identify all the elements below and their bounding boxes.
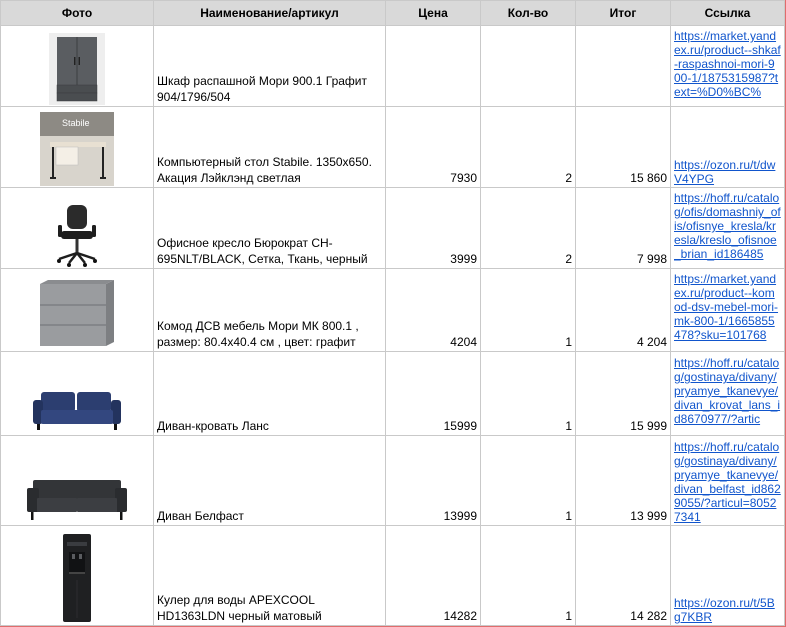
item-price[interactable]: 7930 — [385, 106, 481, 188]
item-qty[interactable]: 1 — [480, 351, 576, 436]
link-cell[interactable]: https://hoff.ru/catalog/ofis/domashniy_o… — [670, 187, 785, 269]
product-link[interactable]: https://hoff.ru/catalog/gostinaya/divany… — [674, 440, 781, 524]
photo-cell[interactable] — [0, 268, 154, 352]
water-cooler-image — [63, 534, 91, 622]
table-row: Диван Белфаст 13999 1 13 999 https://hof… — [0, 435, 785, 526]
item-qty[interactable]: 1 — [480, 435, 576, 526]
item-price[interactable]: 13999 — [385, 435, 481, 526]
item-price[interactable]: 4204 — [385, 268, 481, 352]
photo-cell[interactable] — [0, 187, 154, 269]
link-cell[interactable]: https://ozon.ru/t/5Bg7KBR — [670, 525, 785, 626]
item-total[interactable] — [575, 25, 671, 107]
header-price[interactable]: Цена — [385, 0, 481, 26]
item-name[interactable]: Диван-кровать Ланс — [153, 351, 386, 436]
desk-image: Stabile — [40, 112, 114, 186]
item-qty[interactable]: 2 — [480, 106, 576, 188]
item-name[interactable]: Шкаф распашной Мори 900.1 Графит 904/179… — [153, 25, 386, 107]
table-row: Шкаф распашной Мори 900.1 Графит 904/179… — [0, 25, 785, 107]
link-cell[interactable]: https://hoff.ru/catalog/gostinaya/divany… — [670, 351, 785, 436]
item-total[interactable]: 15 999 — [575, 351, 671, 436]
photo-cell[interactable] — [0, 25, 154, 107]
item-total[interactable]: 15 860 — [575, 106, 671, 188]
item-total[interactable]: 4 204 — [575, 268, 671, 352]
header-qty[interactable]: Кол-во — [480, 0, 576, 26]
item-total[interactable]: 14 282 — [575, 525, 671, 626]
photo-cell[interactable] — [0, 435, 154, 526]
product-link[interactable]: https://market.yandex.ru/product--shkaf-… — [674, 29, 781, 99]
item-qty[interactable]: 2 — [480, 187, 576, 269]
item-name[interactable]: Компьютерный стол Stabile. 1350х650. Ака… — [153, 106, 386, 188]
product-link[interactable]: https://hoff.ru/catalog/gostinaya/divany… — [674, 356, 781, 426]
link-cell[interactable]: https://ozon.ru/t/dwV4YPG — [670, 106, 785, 188]
dresser-image — [40, 280, 114, 346]
product-link[interactable]: https://ozon.ru/t/dwV4YPG — [674, 158, 781, 186]
photo-cell[interactable] — [0, 525, 154, 626]
table-row: Кулер для воды APEXCOOL HD1363LDN черный… — [0, 525, 785, 626]
item-total[interactable]: 7 998 — [575, 187, 671, 269]
link-cell[interactable]: https://market.yandex.ru/product--komod-… — [670, 268, 785, 352]
item-price[interactable]: 3999 — [385, 187, 481, 269]
product-link[interactable]: https://market.yandex.ru/product--komod-… — [674, 272, 781, 342]
table-row: Диван-кровать Ланс 15999 1 15 999 https:… — [0, 351, 785, 436]
item-name[interactable]: Комод ДСВ мебель Мори МК 800.1 , размер:… — [153, 268, 386, 352]
item-price[interactable]: 15999 — [385, 351, 481, 436]
item-name[interactable]: Кулер для воды APEXCOOL HD1363LDN черный… — [153, 525, 386, 626]
item-qty[interactable]: 1 — [480, 268, 576, 352]
office-chair-image — [57, 205, 97, 267]
product-link[interactable]: https://hoff.ru/catalog/ofis/domashniy_o… — [674, 191, 781, 261]
sofa-image — [27, 480, 127, 520]
product-link[interactable]: https://ozon.ru/t/5Bg7KBR — [674, 596, 781, 624]
item-name[interactable]: Офисное кресло Бюрократ CH-695NLT/BLACK,… — [153, 187, 386, 269]
order-table: Фото Наименование/артикул Цена Кол-во Ит… — [0, 0, 785, 626]
table-row: Комод ДСВ мебель Мори МК 800.1 , размер:… — [0, 268, 785, 352]
header-photo[interactable]: Фото — [0, 0, 154, 26]
link-cell[interactable]: https://hoff.ru/catalog/gostinaya/divany… — [670, 435, 785, 526]
item-total[interactable]: 13 999 — [575, 435, 671, 526]
item-qty[interactable] — [480, 25, 576, 107]
item-price[interactable]: 14282 — [385, 525, 481, 626]
table-row: Stabile Компьютерный стол Stabile. 1350х… — [0, 106, 785, 188]
photo-cell[interactable] — [0, 351, 154, 436]
link-cell[interactable]: https://market.yandex.ru/product--shkaf-… — [670, 25, 785, 107]
header-row: Фото Наименование/артикул Цена Кол-во Ит… — [0, 0, 785, 26]
wardrobe-image — [49, 33, 105, 105]
header-total[interactable]: Итог — [575, 0, 671, 26]
table-row: Офисное кресло Бюрократ CH-695NLT/BLACK,… — [0, 187, 785, 269]
sofa-bed-image — [33, 392, 121, 430]
photo-cell[interactable]: Stabile — [0, 106, 154, 188]
desk-brand-text: Stabile — [62, 118, 90, 128]
item-qty[interactable]: 1 — [480, 525, 576, 626]
item-price[interactable] — [385, 25, 481, 107]
header-name[interactable]: Наименование/артикул — [153, 0, 386, 26]
header-link[interactable]: Ссылка — [670, 0, 785, 26]
item-name[interactable]: Диван Белфаст — [153, 435, 386, 526]
